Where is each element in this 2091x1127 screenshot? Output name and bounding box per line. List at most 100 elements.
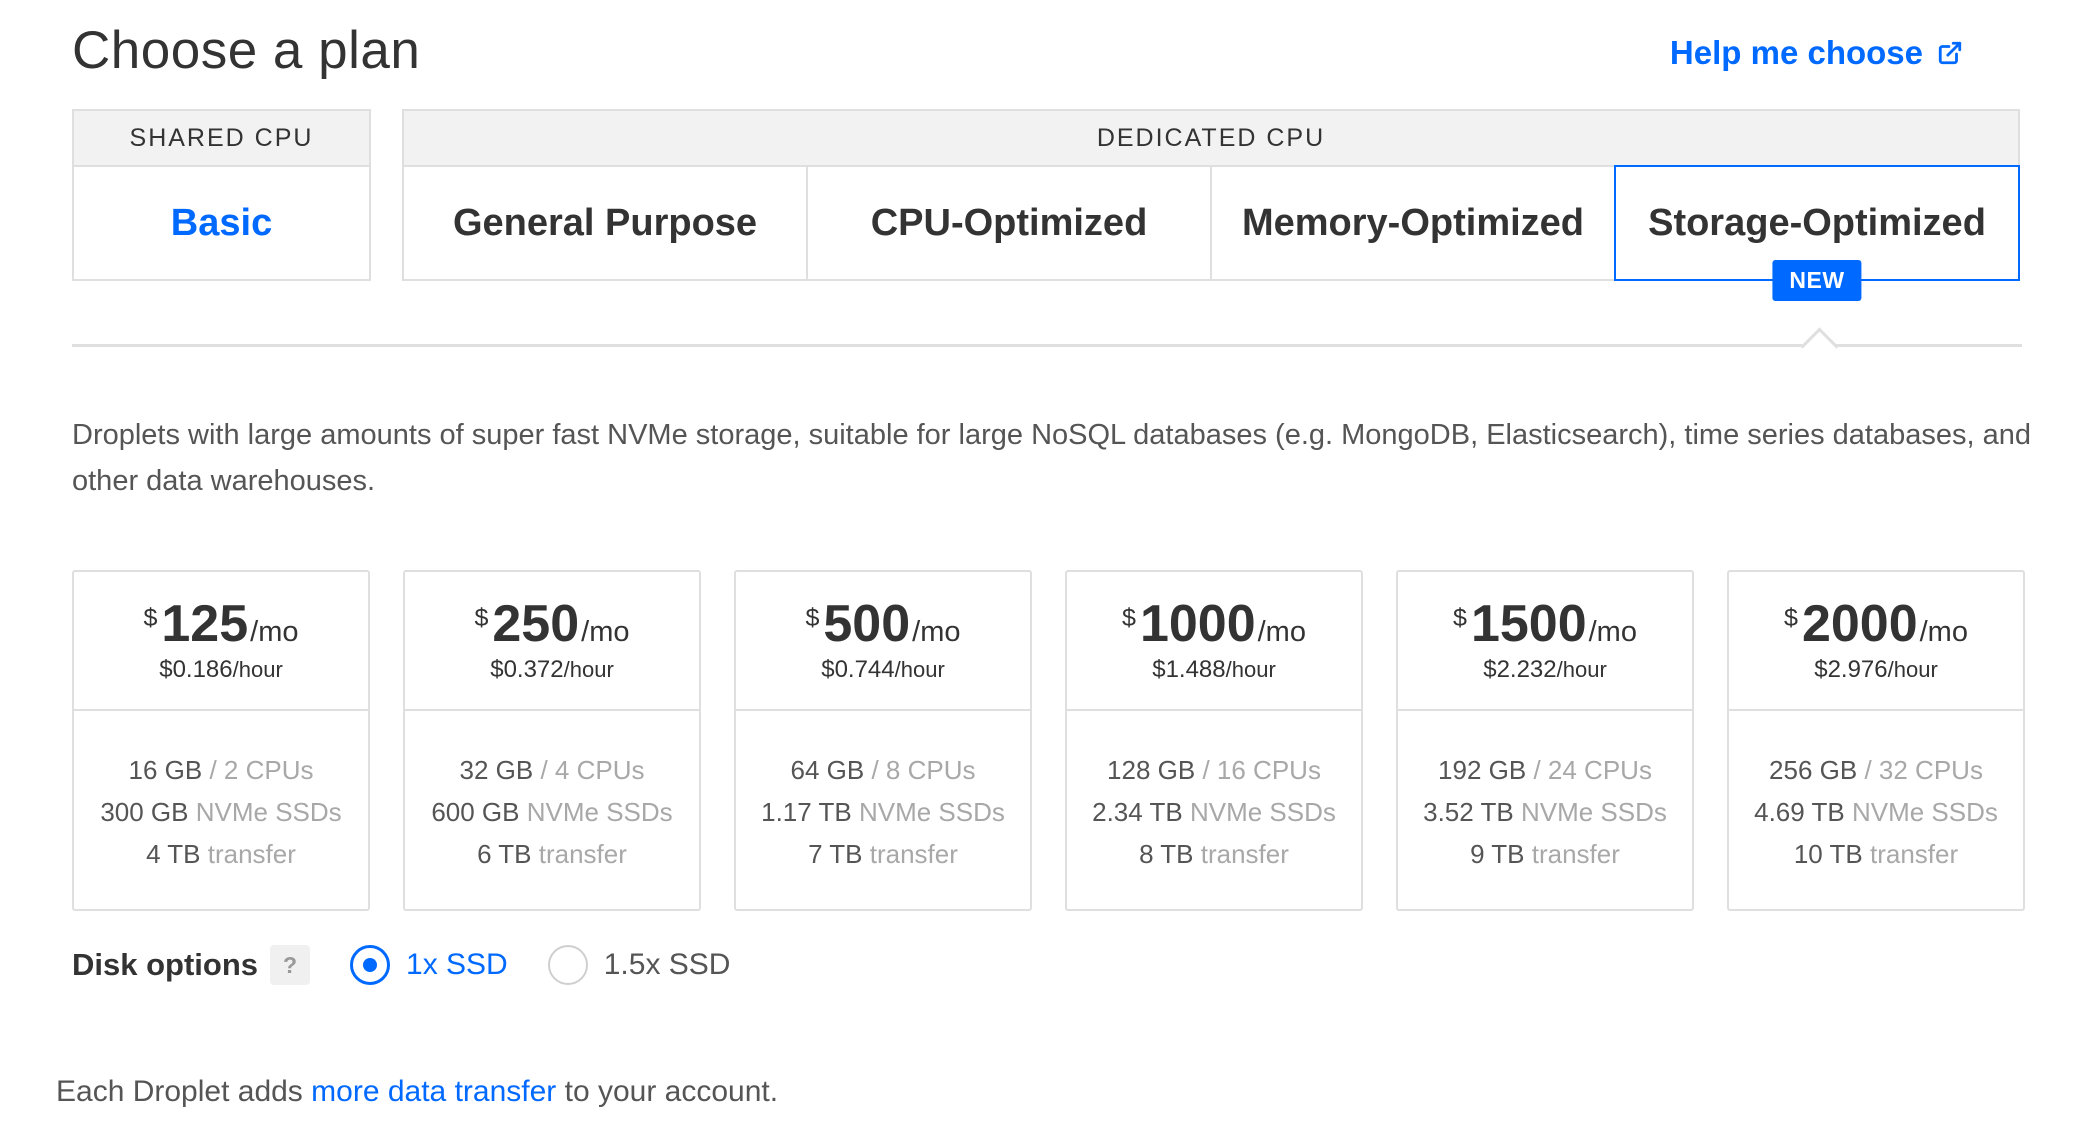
storage-unit: NVMe SSDs [1851, 797, 1998, 827]
monthly-unit: /mo [250, 616, 299, 648]
transfer-value: 6 TB [477, 839, 532, 869]
hourly-price: $0.744/hour [736, 656, 1030, 684]
monthly-price: $ 500 /mo [736, 596, 1030, 652]
plan-price: $ 250 /mo $0.372/hour [405, 572, 699, 711]
spec-transfer: 9 TB transfer [1398, 833, 1692, 875]
currency-symbol: $ [805, 604, 820, 632]
storage-value: 3.52 TB [1423, 797, 1514, 827]
hourly-unit: /hour [1225, 657, 1276, 682]
plan-specs: 16 GB / 2 CPUs 300 GB NVMe SSDs 4 TB tra… [74, 711, 368, 875]
transfer-value: 9 TB [1470, 839, 1525, 869]
spec-memory-cpu: 128 GB / 16 CPUs [1067, 749, 1361, 791]
plan-price: $ 2000 /mo $2.976/hour [1729, 572, 2023, 711]
help-me-choose-link[interactable]: Help me choose [1670, 34, 1963, 72]
hourly-amount: $0.372 [490, 656, 564, 683]
shared-cpu-header: SHARED CPU [72, 109, 371, 165]
spec-memory-cpu: 192 GB / 24 CPUs [1398, 749, 1692, 791]
monthly-price: $ 2000 /mo [1729, 596, 2023, 652]
cpu-value: / 4 CPUs [540, 755, 645, 785]
transfer-value: 8 TB [1139, 839, 1194, 869]
memory-value: 192 GB [1438, 755, 1527, 785]
help-icon[interactable]: ? [270, 945, 311, 985]
tab-storage-optimized[interactable]: Storage-Optimized NEW [1614, 165, 2020, 301]
plan-specs: 128 GB / 16 CPUs 2.34 TB NVMe SSDs 8 TB … [1067, 711, 1361, 875]
hourly-price: $0.372/hour [405, 656, 699, 684]
spec-memory-cpu: 32 GB / 4 CPUs [405, 749, 699, 791]
spec-transfer: 8 TB transfer [1067, 833, 1361, 875]
hourly-price: $2.232/hour [1398, 656, 1692, 684]
more-data-transfer-link[interactable]: more data transfer [311, 1075, 556, 1108]
hourly-amount: $1.488 [1152, 656, 1226, 683]
plan-card[interactable]: $ 1500 /mo $2.232/hour 192 GB / 24 CPUs … [1396, 570, 1694, 911]
spec-transfer: 6 TB transfer [405, 833, 699, 875]
cpu-value: / 24 CPUs [1533, 755, 1652, 785]
tab-general-purpose[interactable]: General Purpose [402, 165, 808, 281]
dedicated-cpu-tabs: General Purpose CPU-Optimized Memory-Opt… [402, 165, 2020, 301]
storage-unit: NVMe SSDs [1189, 797, 1336, 827]
plan-card[interactable]: $ 250 /mo $0.372/hour 32 GB / 4 CPUs 600… [403, 570, 701, 911]
radio-1-5x-ssd[interactable]: 1.5x SSD [547, 945, 731, 985]
monthly-price: $ 1000 /mo [1067, 596, 1361, 652]
radio-selected-icon [350, 945, 391, 985]
memory-value: 128 GB [1107, 755, 1196, 785]
hourly-amount: $0.744 [821, 656, 895, 683]
plan-card[interactable]: $ 1000 /mo $1.488/hour 128 GB / 16 CPUs … [1065, 570, 1363, 911]
currency-symbol: $ [1122, 604, 1136, 632]
hourly-amount: $2.232 [1483, 656, 1557, 683]
selected-tab-pointer [1800, 327, 1839, 366]
hourly-unit: /hour [894, 657, 945, 682]
plan-specs: 32 GB / 4 CPUs 600 GB NVMe SSDs 6 TB tra… [405, 711, 699, 875]
spec-transfer: 7 TB transfer [736, 833, 1030, 875]
transfer-unit: transfer [1531, 839, 1620, 869]
radio-1x-ssd[interactable]: 1x SSD [350, 945, 508, 985]
spec-storage: 600 GB NVMe SSDs [405, 791, 699, 833]
tab-storage-optimized-label: Storage-Optimized [1648, 201, 1986, 244]
plan-description: Droplets with large amounts of super fas… [72, 419, 2032, 497]
hourly-unit: /hour [1887, 657, 1938, 682]
plan-price: $ 1500 /mo $2.232/hour [1398, 572, 1692, 711]
plan-card[interactable]: $ 125 /mo $0.186/hour 16 GB / 2 CPUs 300… [72, 570, 370, 911]
dedicated-cpu-group: DEDICATED CPU General Purpose CPU-Optimi… [402, 109, 2020, 301]
spec-memory-cpu: 16 GB / 2 CPUs [74, 749, 368, 791]
shared-cpu-tabs: Basic [72, 165, 371, 281]
tab-general-purpose-label: General Purpose [452, 201, 758, 244]
page-title: Choose a plan [72, 21, 421, 80]
memory-value: 256 GB [1769, 755, 1858, 785]
monthly-unit: /mo [1919, 616, 1968, 648]
cpu-value: / 2 CPUs [209, 755, 314, 785]
dedicated-cpu-header: DEDICATED CPU [402, 109, 2020, 165]
disk-options-label: Disk options [72, 947, 259, 982]
storage-value: 1.17 TB [761, 797, 852, 827]
monthly-amount: 125 [161, 595, 249, 653]
transfer-unit: transfer [1869, 839, 1959, 869]
monthly-price: $ 1500 /mo [1398, 596, 1692, 652]
cpu-value: / 16 CPUs [1202, 755, 1321, 785]
radio-1x-ssd-label: 1x SSD [406, 948, 508, 981]
plan-price: $ 1000 /mo $1.488/hour [1067, 572, 1361, 711]
currency-symbol: $ [1784, 604, 1798, 632]
plan-card[interactable]: $ 2000 /mo $2.976/hour 256 GB / 32 CPUs … [1727, 570, 2025, 911]
tab-memory-optimized-label: Memory-Optimized [1241, 201, 1585, 244]
memory-value: 32 GB [459, 755, 534, 785]
tab-cpu-optimized[interactable]: CPU-Optimized [806, 165, 1212, 281]
tab-cpu-optimized-label: CPU-Optimized [870, 201, 1148, 244]
monthly-unit: /mo [912, 616, 961, 648]
plan-card[interactable]: $ 500 /mo $0.744/hour 64 GB / 8 CPUs 1.1… [734, 570, 1032, 911]
plan-specs: 256 GB / 32 CPUs 4.69 TB NVMe SSDs 10 TB… [1729, 711, 2023, 875]
help-link-label: Help me choose [1669, 34, 1923, 71]
transfer-value: 4 TB [146, 839, 201, 869]
memory-value: 64 GB [790, 755, 865, 785]
radio-1-5x-ssd-label: 1.5x SSD [603, 948, 731, 981]
tab-basic[interactable]: Basic [72, 165, 371, 281]
currency-symbol: $ [143, 604, 158, 632]
plan-specs: 64 GB / 8 CPUs 1.17 TB NVMe SSDs 7 TB tr… [736, 711, 1030, 875]
tab-memory-optimized[interactable]: Memory-Optimized [1210, 165, 1616, 281]
hourly-unit: /hour [1556, 657, 1607, 682]
transfer-unit: transfer [207, 839, 296, 869]
footer-note: Each Droplet adds more data transfer to … [56, 1075, 778, 1109]
hourly-amount: $2.976 [1814, 656, 1888, 683]
transfer-value: 10 TB [1793, 839, 1863, 869]
monthly-unit: /mo [1257, 616, 1306, 648]
hourly-amount: $0.186 [159, 656, 233, 683]
transfer-value: 7 TB [808, 839, 863, 869]
